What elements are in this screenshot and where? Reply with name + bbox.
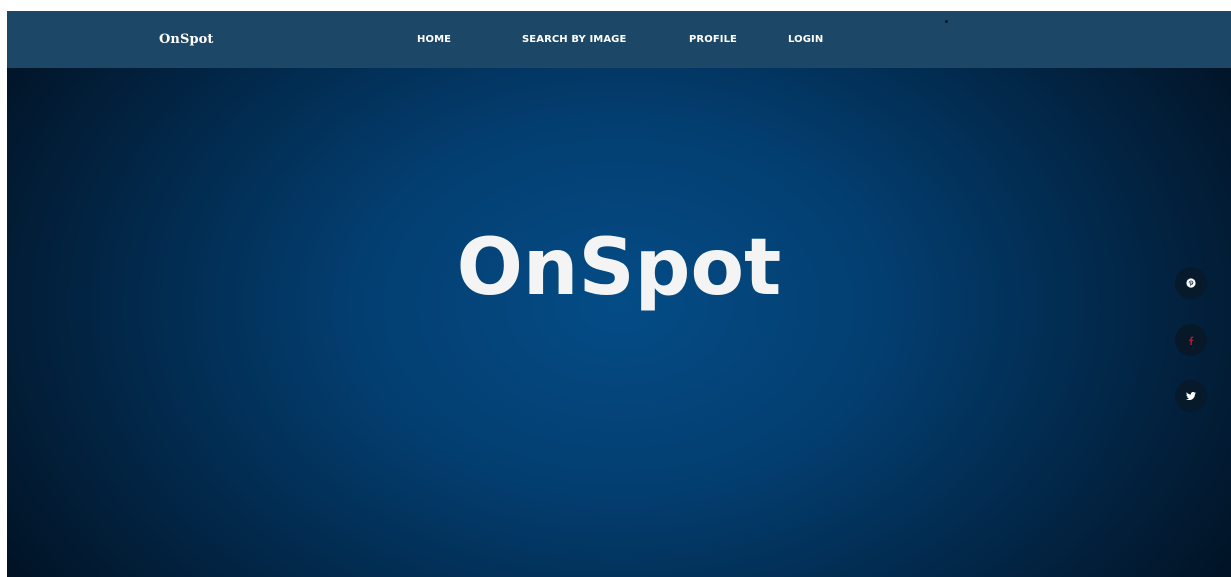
- hero-title: OnSpot: [456, 223, 782, 313]
- navbar: OnSpot HOME SEARCH BY IMAGE PROFILE LOGI…: [7, 11, 1231, 68]
- pinterest-icon: [1186, 278, 1196, 288]
- pinterest-button[interactable]: [1175, 267, 1207, 299]
- twitter-icon: [1186, 392, 1196, 400]
- nav-home-link[interactable]: HOME: [417, 34, 451, 45]
- nav-search-by-image-link[interactable]: SEARCH BY IMAGE: [522, 34, 626, 45]
- twitter-button[interactable]: [1175, 380, 1207, 412]
- decorative-dot: [945, 20, 948, 23]
- brand-logo[interactable]: OnSpot: [159, 32, 214, 47]
- nav-profile-link[interactable]: PROFILE: [689, 34, 737, 45]
- facebook-icon: [1188, 336, 1194, 345]
- nav-login-link[interactable]: LOGIN: [788, 34, 823, 45]
- facebook-button[interactable]: [1175, 324, 1207, 356]
- page-frame: OnSpot HOME SEARCH BY IMAGE PROFILE LOGI…: [7, 11, 1231, 577]
